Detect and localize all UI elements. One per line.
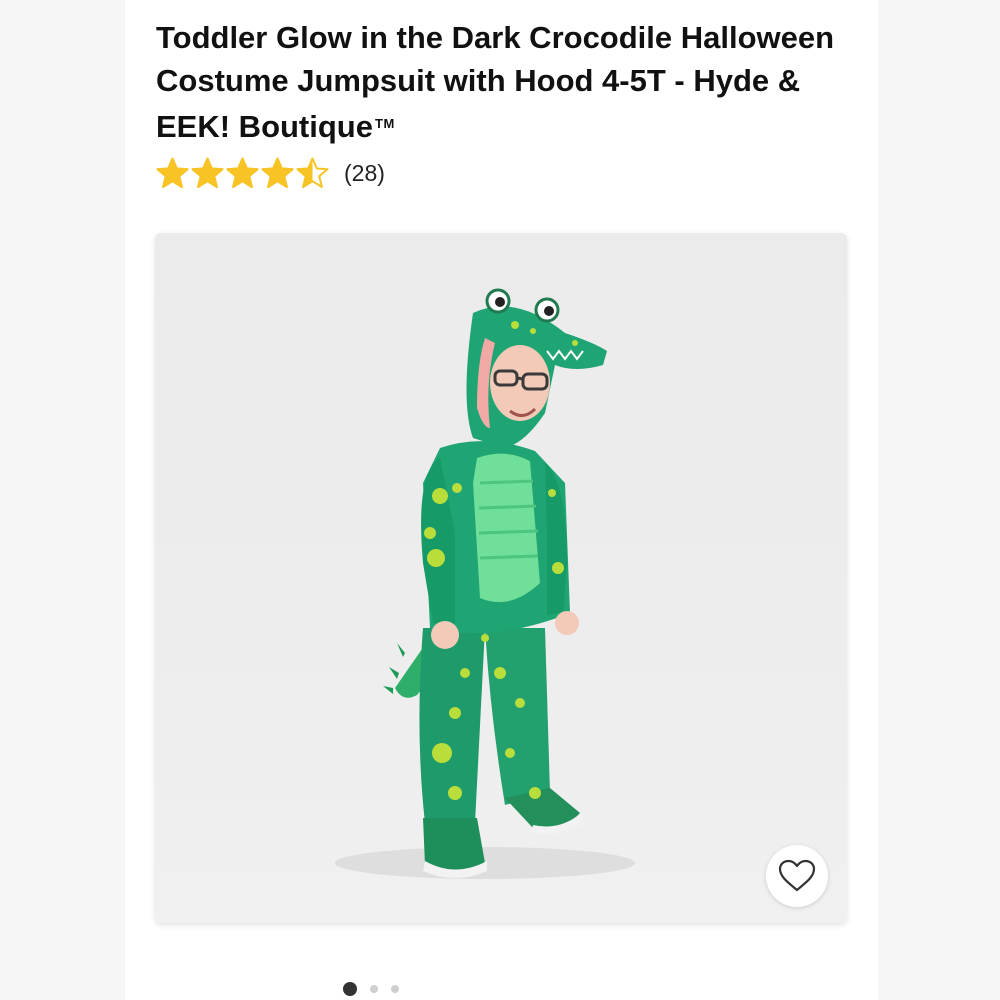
rating-row[interactable]: (28) [156, 155, 385, 191]
left-margin [0, 0, 125, 1000]
star-full-icon [226, 157, 259, 188]
carousel-dot[interactable] [391, 985, 399, 993]
crocodile-costume-photo [335, 288, 635, 879]
star-half-icon [296, 157, 329, 188]
product-image[interactable] [155, 233, 847, 923]
carousel-pagination [343, 982, 399, 996]
review-count[interactable]: (28) [344, 160, 385, 187]
right-margin [878, 0, 1000, 1000]
product-title: Toddler Glow in the Dark Crocodile Hallo… [156, 20, 835, 144]
star-full-icon [261, 157, 294, 188]
trademark-mark: TM [375, 116, 395, 131]
carousel-dot[interactable] [370, 985, 378, 993]
star-full-icon [191, 157, 224, 188]
star-full-icon [156, 157, 189, 188]
heart-outline-icon [778, 859, 816, 892]
product-page: Toddler Glow in the Dark Crocodile Hallo… [125, 0, 878, 1000]
favorite-button[interactable] [766, 845, 828, 907]
star-rating [156, 157, 329, 190]
carousel-dot[interactable] [343, 982, 357, 996]
